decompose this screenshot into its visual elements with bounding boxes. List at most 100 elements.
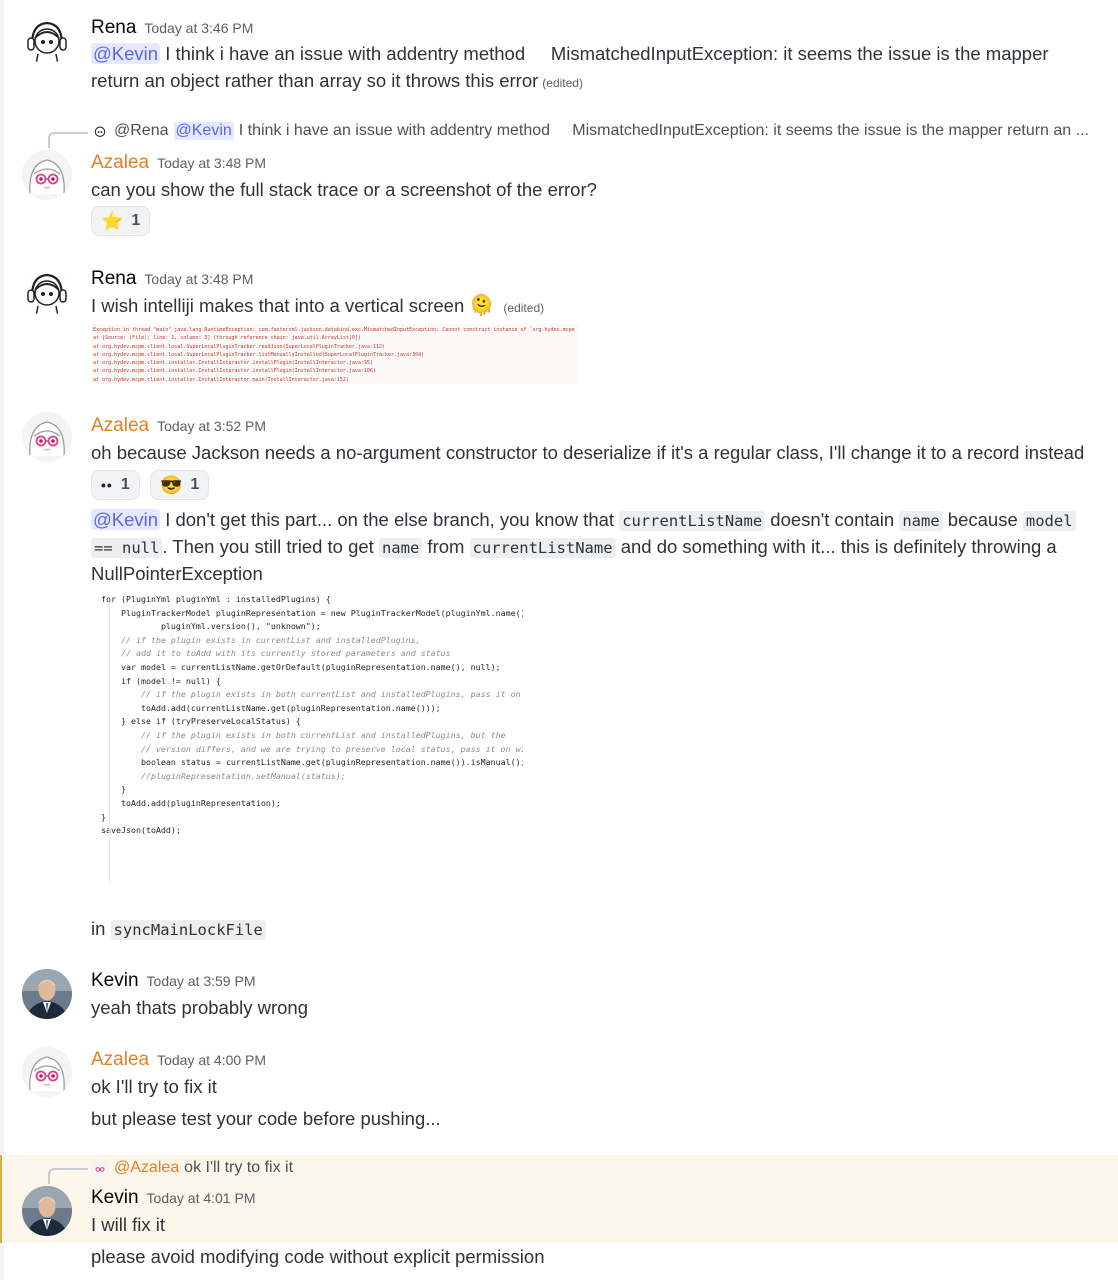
- reply-preview[interactable]: @Rena @Kevin I think i have an issue wit…: [91, 122, 1089, 140]
- message-text: in: [91, 918, 111, 939]
- message-header: Rena Today at 3:46 PM: [91, 17, 253, 39]
- message-text: I will fix it: [91, 1214, 165, 1235]
- username[interactable]: Kevin: [91, 1187, 139, 1209]
- code-line: }: [101, 784, 126, 795]
- man-in-suit-photo-icon: [22, 1186, 72, 1236]
- kevin-avatar[interactable]: [22, 969, 72, 1019]
- stack-trace-screenshot[interactable]: Exception in thread "main" java.lang.Run…: [91, 324, 578, 384]
- timestamp[interactable]: Today at 3:48 PM: [157, 155, 266, 171]
- message-text-line: in syncMainLockFile: [91, 916, 266, 943]
- user-mention[interactable]: @Kevin: [91, 43, 161, 64]
- reaction-count: 1: [131, 212, 141, 229]
- code-line: toAdd.add(currentListName.get(pluginRepr…: [101, 702, 441, 713]
- reply-author[interactable]: @Rena: [114, 122, 169, 140]
- message-text: I don't get this part... on the else bra…: [160, 509, 620, 530]
- timestamp[interactable]: Today at 4:00 PM: [157, 1052, 266, 1068]
- message-text-line: @Kevin I don't get this part... on the e…: [91, 507, 1076, 534]
- message-header: Azalea Today at 4:00 PM: [91, 1049, 266, 1071]
- stack-line: at org.hydev.mcpm.client.installer.Insta…: [93, 360, 373, 367]
- message-text: oh because Jackson needs a no-argument c…: [91, 442, 1085, 463]
- message-text-line: I wish intelliji makes that into a verti…: [91, 293, 544, 321]
- message-header: Azalea Today at 3:48 PM: [91, 152, 266, 174]
- inline-code: model: [1022, 511, 1076, 531]
- code-indent-guide: [109, 602, 110, 884]
- azalea-mini-avatar-icon: [91, 1159, 109, 1177]
- reply-preview[interactable]: @Azalea ok I'll try to fix it: [91, 1159, 293, 1177]
- code-line: } else if (tryPreserveLocalStatus) {: [101, 716, 301, 727]
- username[interactable]: Azalea: [91, 152, 149, 174]
- kevin-avatar[interactable]: [22, 1186, 72, 1236]
- username[interactable]: Kevin: [91, 970, 139, 992]
- edited-tag: (edited): [503, 301, 545, 315]
- eyes-emoji-icon: ••: [101, 477, 113, 493]
- timestamp[interactable]: Today at 4:01 PM: [147, 1190, 256, 1206]
- code-screenshot[interactable]: for (PluginYml pluginYml : installedPlug…: [91, 590, 523, 910]
- message-text-line: == null. Then you still tried to get nam…: [91, 534, 1057, 561]
- timestamp[interactable]: Today at 3:48 PM: [144, 271, 253, 287]
- reaction-eyes[interactable]: •• 1: [91, 470, 140, 500]
- reply-spine: [48, 1168, 88, 1184]
- message-header: Rena Today at 3:48 PM: [91, 268, 253, 290]
- stack-line: at [Source: (File); line: 1, column: 3] …: [93, 335, 361, 342]
- code-line: if (model != null) {: [101, 675, 221, 686]
- message-text: because: [942, 509, 1023, 530]
- code-line: //pluginRepresentation.setManual(status)…: [101, 770, 346, 781]
- code-line: // if the plugin exists in both currentL…: [101, 689, 521, 700]
- timestamp[interactable]: Today at 3:46 PM: [144, 20, 253, 36]
- message-text: but please test your code before pushing…: [91, 1108, 441, 1129]
- message-text: return an object rather than array so it…: [91, 70, 539, 91]
- rena-mini-avatar-icon: [91, 122, 109, 140]
- stack-line: Exception in thread "main" java.lang.Run…: [93, 327, 575, 333]
- message-header: Kevin Today at 3:59 PM: [91, 970, 255, 992]
- melting-face-emoji-icon: 🫠: [469, 295, 495, 317]
- user-mention[interactable]: @Kevin: [91, 509, 161, 530]
- inline-code: currentListName: [619, 511, 766, 531]
- reaction-sunglasses[interactable]: 😎 1: [150, 470, 210, 500]
- stack-line: at org.hydev.mcpm.client.local.SuperLoca…: [93, 343, 385, 350]
- anime-girl-headphones-icon: [22, 266, 72, 316]
- azalea-avatar[interactable]: [22, 1047, 72, 1097]
- inline-code: name: [899, 511, 943, 531]
- inline-code: == null: [91, 538, 163, 558]
- reaction-count: 1: [190, 476, 200, 493]
- reaction-count: 1: [120, 476, 130, 493]
- edited-tag: (edited): [542, 76, 583, 90]
- reaction-star[interactable]: ⭐ 1: [91, 206, 151, 236]
- username[interactable]: Rena: [91, 17, 136, 39]
- code-line: boolean status = currentListName.get(plu…: [101, 757, 523, 768]
- reply-author[interactable]: @Azalea: [114, 1159, 179, 1177]
- code-block: for (PluginYml pluginYml : installedPlug…: [91, 590, 523, 838]
- message-header: Kevin Today at 4:01 PM: [91, 1187, 255, 1209]
- message-text: and do something with it... this is defi…: [615, 536, 1057, 557]
- stack-line: at org.hydev.mcpm.client.local.SuperLoca…: [93, 351, 425, 358]
- message-text: please avoid modifying code without expl…: [91, 1246, 545, 1267]
- message-text: NullPointerException: [91, 563, 263, 584]
- message-text: from: [422, 536, 470, 557]
- code-line: toAdd.add(pluginRepresentation);: [101, 797, 281, 808]
- reply-text: I think i have an issue with addentry me…: [238, 122, 1089, 139]
- username[interactable]: Azalea: [91, 415, 149, 437]
- stack-line: at org.hydev.mcpm.client.installer.Insta…: [93, 368, 376, 375]
- inline-code: currentListName: [469, 538, 616, 558]
- sunglasses-emoji-icon: 😎: [160, 474, 183, 495]
- timestamp[interactable]: Today at 3:59 PM: [147, 973, 256, 989]
- message-text: doesn't contain: [765, 509, 900, 530]
- message-text: can you show the full stack trace or a s…: [91, 179, 597, 200]
- message-text-line: @Kevin I think i have an issue with adde…: [91, 41, 1049, 67]
- stack-line: at org.hydev.mcpm.client.installer.Insta…: [93, 376, 349, 383]
- azalea-avatar[interactable]: [22, 150, 72, 200]
- username[interactable]: Azalea: [91, 1049, 149, 1071]
- inline-code: name: [378, 538, 423, 558]
- reply-mention[interactable]: @Kevin: [173, 122, 234, 140]
- code-line: saveJson(toAdd);: [101, 825, 181, 836]
- rena-avatar[interactable]: [22, 266, 72, 316]
- code-line: }: [101, 811, 106, 822]
- azalea-avatar[interactable]: [22, 412, 72, 462]
- anime-girl-headphones-icon: [22, 14, 72, 64]
- timestamp[interactable]: Today at 3:52 PM: [157, 418, 266, 434]
- username[interactable]: Rena: [91, 268, 136, 290]
- rena-avatar[interactable]: [22, 14, 72, 64]
- code-line: PluginTrackerModel pluginRepresentation …: [101, 607, 523, 618]
- reply-spine: [48, 132, 88, 148]
- message-text: . Then you still tried to get: [162, 536, 379, 557]
